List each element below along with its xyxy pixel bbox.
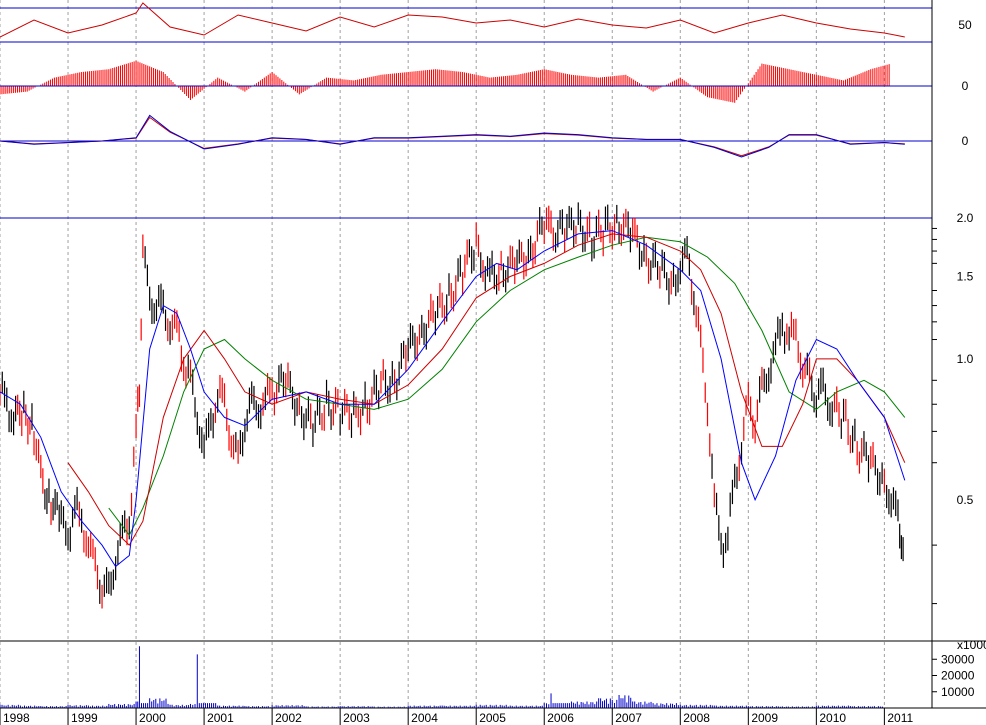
x-tick-label: 2001: [207, 711, 234, 725]
volume-tick-label: 10000: [941, 685, 975, 699]
price-tick-label: 0.5: [957, 493, 974, 507]
osc2-tick-label: 0: [962, 79, 969, 93]
x-tick-label: 1999: [71, 711, 98, 725]
price-tick-label: 1.0: [957, 352, 974, 366]
x-tick-label: 2010: [819, 711, 846, 725]
volume-unit-label: x1000: [957, 638, 986, 652]
price-tick-label: 1.5: [957, 269, 974, 283]
osc1-tick-label: 50: [958, 18, 972, 32]
x-tick-label: 2004: [411, 711, 438, 725]
x-tick-label: 2000: [139, 711, 166, 725]
chart-background: [0, 0, 986, 725]
x-tick-label: 2002: [275, 711, 302, 725]
x-tick-label: 1998: [3, 711, 30, 725]
x-tick-label: 2007: [615, 711, 642, 725]
volume-tick-label: 30000: [941, 652, 975, 666]
osc3-tick-label: 0: [962, 134, 969, 148]
x-tick-label: 2009: [751, 711, 778, 725]
x-tick-label: 2005: [479, 711, 506, 725]
volume-tick-label: 20000: [941, 669, 975, 683]
x-tick-label: 2003: [343, 711, 370, 725]
x-tick-label: 2006: [547, 711, 574, 725]
stock-chart: 1998 1999 2000 2001 2002 2003 2004 2005 2006 2007…: [0, 0, 986, 725]
price-tick-label: 2.0: [957, 211, 974, 225]
x-tick-label: 2008: [683, 711, 710, 725]
x-tick-label: 2011: [887, 711, 913, 725]
